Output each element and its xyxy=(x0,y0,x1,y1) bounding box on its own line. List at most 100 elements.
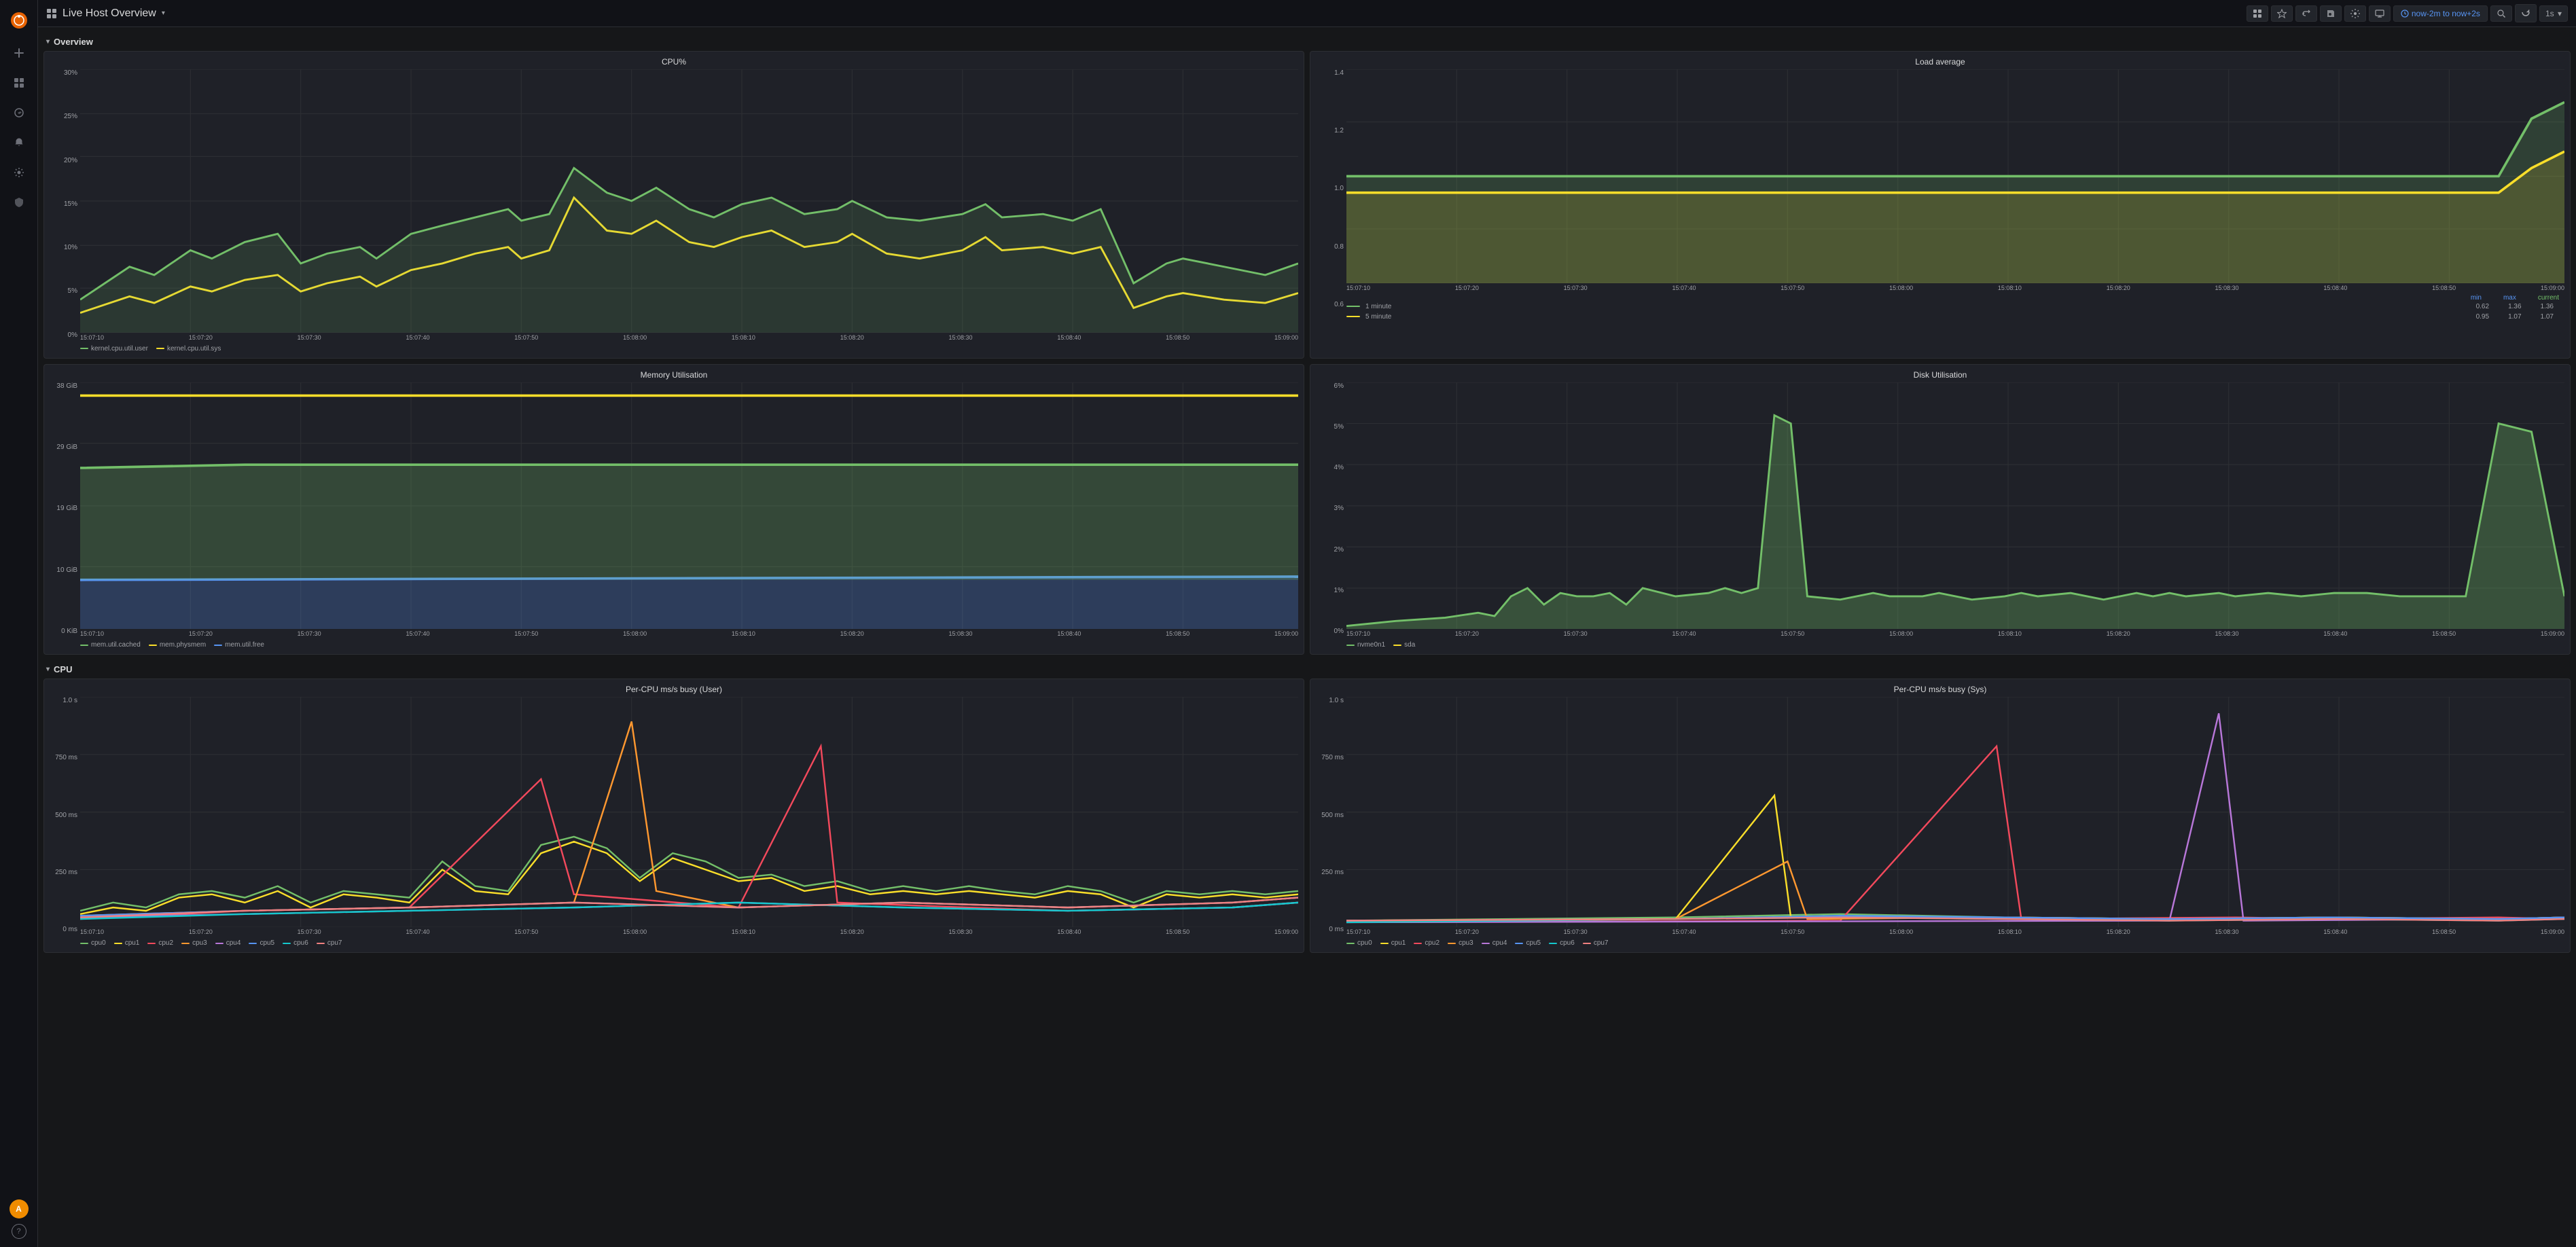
section-overview-chevron: ▾ xyxy=(46,38,50,46)
save-icon xyxy=(2326,9,2336,18)
search-icon xyxy=(2497,9,2506,18)
load-stat-row-5min: 5 minute 0.95 1.07 1.07 xyxy=(1316,312,2564,322)
time-range-button[interactable]: now-2m to now+2s xyxy=(2393,5,2488,22)
help-icon[interactable]: ? xyxy=(12,1224,26,1239)
per-cpu-sys-title: Per-CPU ms/s busy (Sys) xyxy=(1316,685,2564,694)
tv-mode-button[interactable] xyxy=(2369,5,2391,22)
section-overview[interactable]: ▾ Overview xyxy=(43,33,2571,51)
user-avatar[interactable]: A xyxy=(10,1199,29,1218)
time-range-label: now-2m to now+2s xyxy=(2412,9,2480,18)
load-5min-vals: 0.95 1.07 1.07 xyxy=(2476,313,2554,321)
panel-load-average-title: Load average xyxy=(1316,57,2564,67)
load-5min-current: 1.07 xyxy=(2541,313,2554,321)
star-button[interactable] xyxy=(2271,5,2293,22)
share-button[interactable] xyxy=(2295,5,2317,22)
legend-dot-sys xyxy=(156,348,164,349)
sidebar: A ? xyxy=(0,0,38,1247)
grid-icon-topbar xyxy=(46,8,57,19)
cpu-percent-y-axis: 30% 25% 20% 15% 10% 5% 0% xyxy=(50,69,80,339)
dashboard-settings-button[interactable] xyxy=(2344,5,2366,22)
search-button[interactable] xyxy=(2490,5,2512,22)
disk-chart-area xyxy=(1346,382,2564,629)
load-avg-x-labels: 15:07:10 15:07:20 15:07:30 15:07:40 15:0… xyxy=(1346,285,2564,291)
section-cpu[interactable]: ▾ CPU xyxy=(43,660,2571,679)
topbar: Live Host Overview ▾ xyxy=(38,0,2576,27)
legend-dot-user xyxy=(80,348,88,349)
disk-x-labels: 15:07:10 15:07:20 15:07:30 15:07:40 15:0… xyxy=(1346,630,2564,637)
panel-memory-title: Memory Utilisation xyxy=(50,370,1298,380)
legend-item-user: kernel.cpu.util.user xyxy=(80,345,148,353)
compass-icon[interactable] xyxy=(7,101,31,125)
section-overview-label: Overview xyxy=(54,37,93,47)
legend-free: mem.util.free xyxy=(214,641,264,649)
cpu-percent-svg xyxy=(80,69,1298,333)
interval-caret: ▾ xyxy=(2558,9,2562,18)
chart-disk: 6% 5% 4% 3% 2% 1% 0% xyxy=(1316,382,2564,649)
load-1min-current: 1.36 xyxy=(2541,303,2554,310)
legend-physmem: mem.physmem xyxy=(149,641,206,649)
cpu-grid: Per-CPU ms/s busy (User) 1.0 s 750 ms 50… xyxy=(43,679,2571,953)
plus-icon[interactable] xyxy=(7,41,31,65)
dashboard: ▾ Overview CPU% 30% 25% 20% 15% 10% 5% 0… xyxy=(38,27,2576,1247)
load-1min-label: 1 minute xyxy=(1365,303,2471,310)
memory-legend: mem.util.cached mem.physmem mem.util.fre… xyxy=(80,641,1298,649)
clock-icon xyxy=(2401,10,2409,18)
load-1min-min: 0.62 xyxy=(2476,303,2489,310)
chart-memory: 38 GiB 29 GiB 19 GiB 10 GiB 0 KiB xyxy=(50,382,1298,649)
load-stat-row-1min: 1 minute 0.62 1.36 1.36 xyxy=(1316,302,2564,312)
per-cpu-sys-legend: cpu0 cpu1 cpu2 cpu3 cpu4 cpu5 cpu6 cpu7 xyxy=(1346,939,2564,947)
memory-svg xyxy=(80,382,1298,629)
share-icon xyxy=(2302,9,2311,18)
section-cpu-chevron: ▾ xyxy=(46,666,50,673)
shield-icon[interactable] xyxy=(7,190,31,215)
per-cpu-sys-y-axis: 1.0 s 750 ms 500 ms 250 ms 0 ms xyxy=(1316,697,1346,933)
cpu-percent-legend: kernel.cpu.util.user kernel.cpu.util.sys xyxy=(80,345,1298,353)
legend-dot-1min xyxy=(1346,306,1360,307)
settings-icon[interactable] xyxy=(7,160,31,185)
title-caret[interactable]: ▾ xyxy=(162,10,165,17)
per-cpu-user-legend: cpu0 cpu1 cpu2 cpu3 cpu4 cpu5 cpu6 cpu7 xyxy=(80,939,1298,947)
disk-legend: nvme0n1 sda xyxy=(1346,641,2564,649)
save-button[interactable] xyxy=(2320,5,2342,22)
stat-col-max: max xyxy=(2503,294,2516,302)
load-5min-min: 0.95 xyxy=(2476,313,2489,321)
memory-chart-area xyxy=(80,382,1298,629)
refresh-button[interactable] xyxy=(2515,4,2537,22)
gear-icon xyxy=(2350,9,2360,18)
load-5min-max: 1.07 xyxy=(2508,313,2521,321)
topbar-actions: now-2m to now+2s 1s ▾ xyxy=(2247,4,2568,22)
load-average-svg xyxy=(1346,69,2564,283)
load-average-chart-area xyxy=(1346,69,2564,283)
load-1min-max: 1.36 xyxy=(2508,303,2521,310)
panel-cpu-percent: CPU% 30% 25% 20% 15% 10% 5% 0% xyxy=(43,51,1304,359)
legend-cached: mem.util.cached xyxy=(80,641,141,649)
chart-per-cpu-sys: 1.0 s 750 ms 500 ms 250 ms 0 ms xyxy=(1316,697,2564,947)
interval-button[interactable]: 1s ▾ xyxy=(2539,5,2568,22)
legend-dot-5min xyxy=(1346,316,1360,317)
bell-icon[interactable] xyxy=(7,130,31,155)
main-content: Live Host Overview ▾ xyxy=(38,0,2576,1247)
refresh-icon xyxy=(2521,7,2530,17)
cpu-percent-chart-area xyxy=(80,69,1298,333)
disk-svg xyxy=(1346,382,2564,629)
legend-sda: sda xyxy=(1393,641,1415,649)
star-icon xyxy=(2277,9,2287,18)
add-panel-button[interactable] xyxy=(2247,5,2268,22)
per-cpu-user-y-axis: 1.0 s 750 ms 500 ms 250 ms 0 ms xyxy=(50,697,80,933)
overview-grid: CPU% 30% 25% 20% 15% 10% 5% 0% xyxy=(43,51,2571,655)
panel-per-cpu-sys: Per-CPU ms/s busy (Sys) 1.0 s 750 ms 500… xyxy=(1310,679,2571,953)
per-cpu-sys-x-labels: 15:07:10 15:07:20 15:07:30 15:07:40 15:0… xyxy=(1346,928,2564,935)
load-5min-label: 5 minute xyxy=(1365,313,2471,321)
chart-load-average: 1.4 1.2 1.0 0.8 0.6 xyxy=(1316,69,2564,322)
disk-y-axis: 6% 5% 4% 3% 2% 1% 0% xyxy=(1316,382,1346,635)
panel-disk-title: Disk Utilisation xyxy=(1316,370,2564,380)
grafana-logo[interactable] xyxy=(7,8,31,33)
chart-per-cpu-user: 1.0 s 750 ms 500 ms 250 ms 0 ms xyxy=(50,697,1298,947)
legend-item-sys: kernel.cpu.util.sys xyxy=(156,345,221,353)
panel-load-average: Load average 1.4 1.2 1.0 0.8 0.6 xyxy=(1310,51,2571,359)
grid-icon[interactable] xyxy=(7,71,31,95)
panel-per-cpu-user: Per-CPU ms/s busy (User) 1.0 s 750 ms 50… xyxy=(43,679,1304,953)
stat-col-current: current xyxy=(2538,294,2559,302)
per-cpu-user-chart-area xyxy=(80,697,1298,927)
dashboard-title: Live Host Overview ▾ xyxy=(46,7,165,20)
